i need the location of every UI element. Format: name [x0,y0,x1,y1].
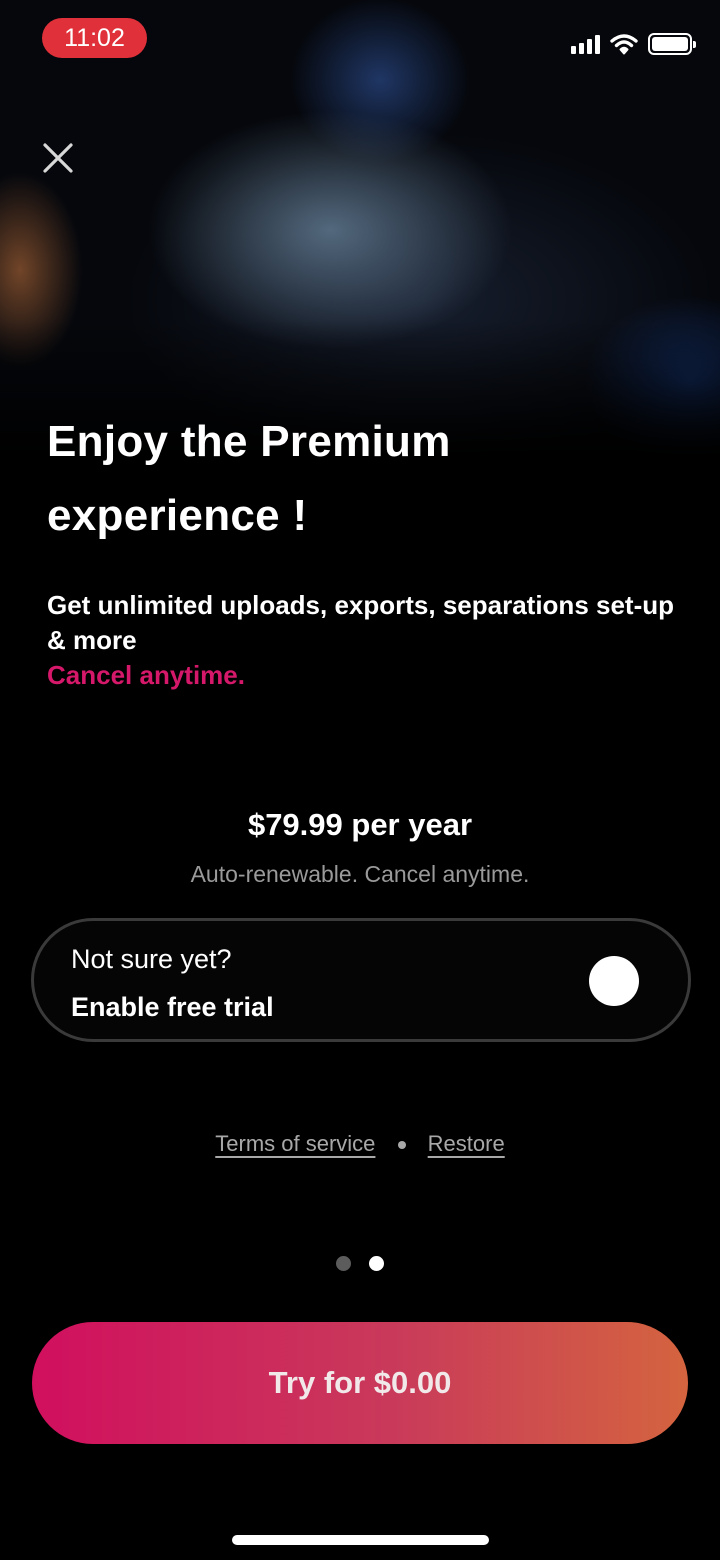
free-trial-toggle[interactable] [589,956,639,1006]
status-icons [571,30,696,58]
restore-link[interactable]: Restore [428,1131,505,1156]
renewal-note: Auto-renewable. Cancel anytime. [190,861,530,887]
close-icon[interactable] [40,140,76,176]
status-time: 11:02 [42,18,147,58]
page-dot [336,1256,351,1271]
trial-label: Enable free trial [71,992,274,1022]
page-dot-active [369,1256,384,1271]
page-indicator [0,1256,720,1271]
terms-of-service-link[interactable]: Terms of service [215,1131,375,1156]
hero-image [0,0,720,460]
trial-question: Not sure yet? [71,944,232,974]
home-indicator [232,1535,489,1545]
battery-icon [648,33,696,55]
signal-icon [571,34,600,54]
try-button[interactable]: Try for $0.00 [32,1322,688,1444]
link-separator-dot [397,1141,406,1150]
plan-price: $79.99 per year [247,807,473,842]
feature-description: Get unlimited uploads, exports, separati… [47,590,674,655]
footer-links: Terms of service Restore [0,1128,720,1160]
cancel-anytime-highlight: Cancel anytime. [47,660,245,690]
page-title: Enjoy the Premium experience ! [47,417,451,540]
wifi-icon [610,34,638,55]
free-trial-toggle-row[interactable]: Not sure yet? Enable free trial [31,918,691,1042]
